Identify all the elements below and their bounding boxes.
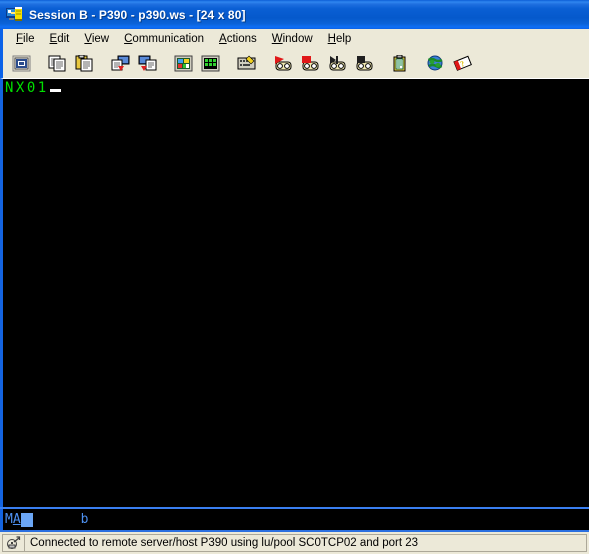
toolbar-group-clipboard xyxy=(387,51,414,75)
toolbar-group-macro xyxy=(270,51,378,75)
toolbar-group-info: ? xyxy=(423,51,477,75)
paste-icon[interactable] xyxy=(72,51,97,75)
help-book-icon[interactable]: ? xyxy=(450,51,475,75)
terminal-line: NX01 xyxy=(5,80,589,97)
window-title: Session B - P390 - p390.ws - [24 x 80] xyxy=(29,7,246,22)
clipboard-icon[interactable] xyxy=(387,51,412,75)
copy-icon[interactable] xyxy=(45,51,70,75)
terminal-line-text: NX01 xyxy=(5,80,49,96)
oia-secondary-indicator: b xyxy=(80,511,89,527)
oia-cursor-block xyxy=(20,512,33,527)
play-macro-icon[interactable] xyxy=(324,51,349,75)
toolbar: ? xyxy=(0,48,589,79)
receive-file-icon[interactable] xyxy=(135,51,160,75)
toolbar-group-clipboard-ops xyxy=(45,51,99,75)
status-bar: Connected to remote server/host P390 usi… xyxy=(0,532,589,554)
toolbar-group-appearance xyxy=(171,51,225,75)
keypad-icon[interactable] xyxy=(198,51,223,75)
operator-information-area: MA b xyxy=(0,509,589,530)
terminal-text-area[interactable]: NX01 xyxy=(3,79,589,507)
status-message: Connected to remote server/host P390 usi… xyxy=(24,534,587,552)
connection-plug-icon xyxy=(2,534,24,552)
toolbar-group-file-transfer xyxy=(108,51,162,75)
toolbar-group-keyboard xyxy=(234,51,261,75)
keyboard-remap-icon[interactable] xyxy=(234,51,259,75)
menu-item-actions[interactable]: Actions xyxy=(213,31,264,47)
emulator-window: Session B - P390 - p390.ws - [24 x 80] F… xyxy=(0,0,589,554)
record-macro-icon[interactable] xyxy=(270,51,295,75)
menu-item-window[interactable]: Window xyxy=(266,31,320,47)
menu-item-edit[interactable]: Edit xyxy=(44,31,77,47)
menu-item-help[interactable]: Help xyxy=(322,31,359,47)
menu-item-file[interactable]: File xyxy=(10,31,42,47)
menu-item-communication[interactable]: Communication xyxy=(118,31,211,47)
terminal-session-icon xyxy=(6,6,23,23)
color-settings-icon[interactable] xyxy=(171,51,196,75)
title-bar[interactable]: Session B - P390 - p390.ws - [24 x 80] xyxy=(0,0,589,29)
menu-bar: File Edit View Communication Actions Win… xyxy=(0,29,589,48)
oia-connection-indicator: MA xyxy=(5,511,21,527)
stop-macro-icon[interactable] xyxy=(351,51,376,75)
globe-icon[interactable] xyxy=(423,51,448,75)
menu-item-view[interactable]: View xyxy=(78,31,116,47)
terminal-cursor xyxy=(49,89,61,92)
toolbar-group-session xyxy=(9,51,36,75)
terminal-screen[interactable]: NX01 xyxy=(0,79,589,507)
display-session-icon[interactable] xyxy=(9,51,34,75)
send-file-icon[interactable] xyxy=(108,51,133,75)
stop-record-macro-icon[interactable] xyxy=(297,51,322,75)
